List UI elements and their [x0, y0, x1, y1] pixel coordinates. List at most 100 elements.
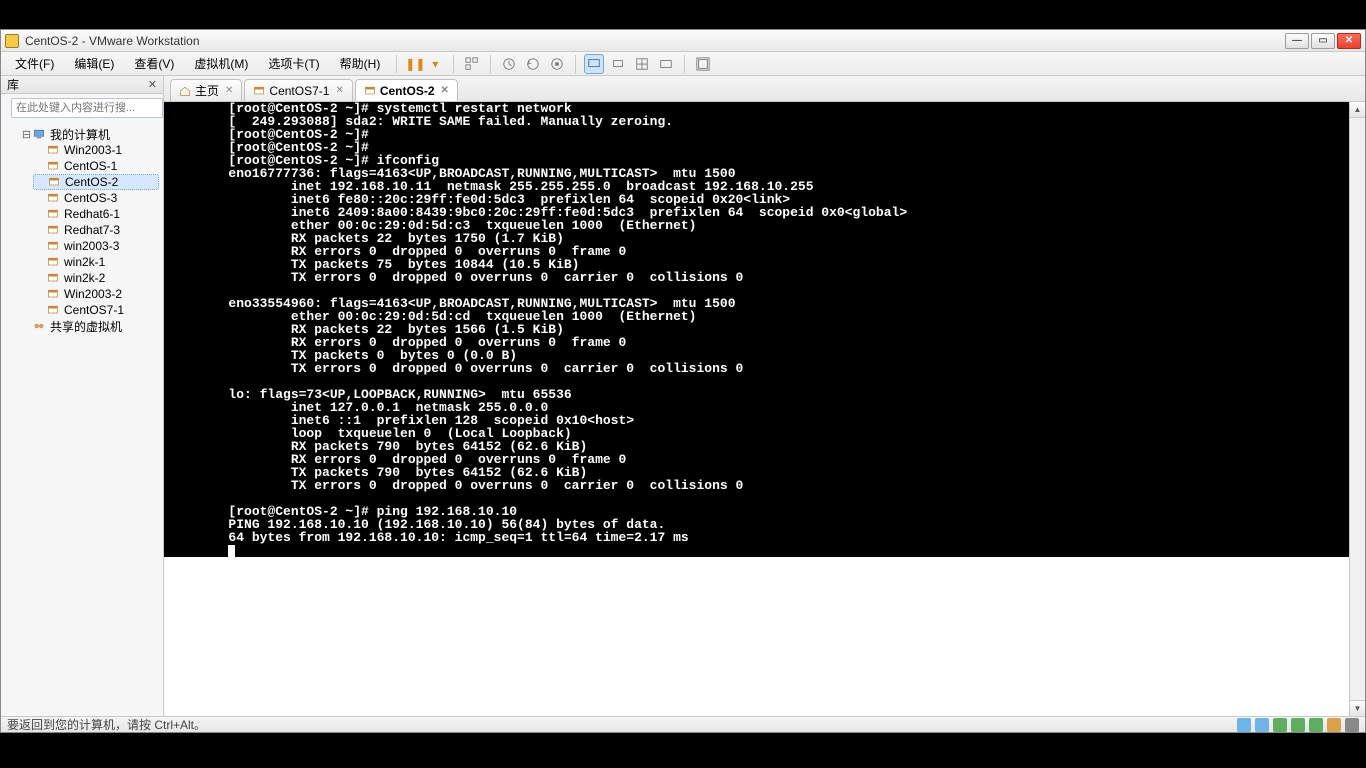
- tree-shared-vms[interactable]: 共享的虚拟机: [19, 318, 159, 334]
- stretch-button[interactable]: [656, 54, 676, 74]
- snapshot-manager-button[interactable]: [547, 54, 567, 74]
- vm-icon: [364, 85, 376, 97]
- tree-item-redhat7-3[interactable]: Redhat7-3: [33, 222, 159, 238]
- vm-icon: [46, 159, 60, 173]
- shared-icon: [32, 319, 46, 333]
- computer-icon: [32, 127, 46, 141]
- clock-icon: [502, 57, 516, 71]
- device-tray-icon-5[interactable]: [1327, 718, 1341, 732]
- tab-label: CentOS-2: [380, 84, 435, 98]
- tree-item-win2003-1[interactable]: Win2003-1: [33, 142, 159, 158]
- vm-icon: [46, 143, 60, 157]
- tree-item-centos7-1[interactable]: CentOS7-1: [33, 302, 159, 318]
- vm-icon: [46, 223, 60, 237]
- tree-item-label: Win2003-1: [64, 143, 122, 157]
- menu-help[interactable]: 帮助(H): [332, 53, 389, 74]
- play-dropdown-button[interactable]: ▾: [425, 54, 445, 74]
- device-tray-icon-2[interactable]: [1273, 718, 1287, 732]
- grid-icon: [465, 57, 479, 71]
- device-tray: [1237, 718, 1359, 732]
- sidebar-close-button[interactable]: ✕: [148, 78, 157, 91]
- tree-item-redhat6-1[interactable]: Redhat6-1: [33, 206, 159, 222]
- terminal-scrollbar[interactable]: ▲ ▼: [1349, 102, 1365, 716]
- vm-icon: [47, 175, 61, 189]
- tree-item-centos-3[interactable]: CentOS-3: [33, 190, 159, 206]
- titlebar[interactable]: CentOS-2 - VMware Workstation — ▭ ✕: [1, 30, 1365, 52]
- device-tray-icon-1[interactable]: [1255, 718, 1269, 732]
- vm-icon: [253, 85, 265, 97]
- tree-item-win2003-2[interactable]: Win2003-2: [33, 286, 159, 302]
- menu-vm[interactable]: 虚拟机(M): [186, 53, 256, 74]
- fit-guest-button[interactable]: [632, 54, 652, 74]
- device-tray-icon-6[interactable]: [1345, 718, 1359, 732]
- snapshot-take-button[interactable]: [499, 54, 519, 74]
- statusbar: 要返回到您的计算机，请按 Ctrl+Alt。: [1, 716, 1365, 732]
- snapshot-revert-button[interactable]: [523, 54, 543, 74]
- home-icon: [179, 85, 191, 97]
- tab-bar: 主页 ✕ CentOS7-1 ✕ CentOS-2 ✕: [164, 76, 1365, 102]
- tab-close-button[interactable]: ✕: [441, 85, 449, 96]
- maximize-button[interactable]: ▭: [1311, 33, 1335, 49]
- tree-item-label: CentOS7-1: [64, 303, 124, 317]
- menu-tabs[interactable]: 选项卡(T): [260, 53, 327, 74]
- menu-file[interactable]: 文件(F): [7, 53, 62, 74]
- send-ctrlaltdel-button[interactable]: [462, 54, 482, 74]
- tab-centos-2[interactable]: CentOS-2 ✕: [355, 79, 458, 101]
- monitor-small-icon: [611, 57, 625, 71]
- tree-item-win2003-3[interactable]: win2003-3: [33, 238, 159, 254]
- fullscreen-icon: [696, 57, 710, 71]
- device-tray-icon-4[interactable]: [1309, 718, 1323, 732]
- pause-icon: ❚❚: [405, 57, 425, 71]
- guest-terminal[interactable]: [root@CentOS-2 ~]# systemctl restart net…: [164, 102, 1365, 557]
- vm-icon: [46, 239, 60, 253]
- close-button[interactable]: ✕: [1337, 33, 1361, 49]
- tab-主页[interactable]: 主页 ✕: [170, 79, 242, 101]
- tab-label: CentOS7-1: [269, 84, 329, 98]
- view-thumbnail-button[interactable]: [608, 54, 628, 74]
- vm-icon: [46, 255, 60, 269]
- minimize-button[interactable]: —: [1285, 33, 1309, 49]
- content-area: 主页 ✕ CentOS7-1 ✕ CentOS-2 ✕ [root@CentOS-2 ~]…: [164, 76, 1365, 716]
- library-sidebar: 库 ✕ ▾ ⊟ 我的计算机 Win2003-1CentOS-1CentOS-2C…: [1, 76, 164, 716]
- menu-view[interactable]: 查看(V): [126, 53, 182, 74]
- chevron-down-icon: ▾: [432, 57, 438, 71]
- scroll-down-button[interactable]: ▼: [1350, 700, 1365, 716]
- tab-close-button[interactable]: ✕: [225, 85, 233, 96]
- tree-item-win2k-2[interactable]: win2k-2: [33, 270, 159, 286]
- status-hint: 要返回到您的计算机，请按 Ctrl+Alt。: [7, 716, 206, 733]
- vm-icon: [46, 207, 60, 221]
- tab-close-button[interactable]: ✕: [335, 85, 343, 96]
- tree-root-label: 我的计算机: [50, 126, 110, 143]
- tree-item-win2k-1[interactable]: win2k-1: [33, 254, 159, 270]
- window-title: CentOS-2 - VMware Workstation: [25, 34, 1285, 48]
- tab-label: 主页: [195, 82, 219, 99]
- tree-item-centos-2[interactable]: CentOS-2: [33, 174, 159, 190]
- vm-icon: [46, 303, 60, 317]
- menubar: 文件(F) 编辑(E) 查看(V) 虚拟机(M) 选项卡(T) 帮助(H) ❚❚…: [1, 52, 1365, 76]
- device-tray-icon-0[interactable]: [1237, 718, 1251, 732]
- device-tray-icon-3[interactable]: [1291, 718, 1305, 732]
- pause-vm-button[interactable]: ❚❚: [405, 54, 425, 74]
- clock-manage-icon: [550, 57, 564, 71]
- vm-icon: [46, 271, 60, 285]
- stretch-icon: [659, 57, 673, 71]
- tab-centos7-1[interactable]: CentOS7-1 ✕: [244, 79, 352, 101]
- library-tree[interactable]: ⊟ 我的计算机 Win2003-1 CentOS-1 CentOS-2CentOS-…: [1, 122, 163, 716]
- fullscreen-button[interactable]: [693, 54, 713, 74]
- terminal-cursor: [228, 545, 235, 557]
- scroll-up-button[interactable]: ▲: [1350, 102, 1365, 118]
- clock-back-icon: [526, 57, 540, 71]
- tree-item-label: CentOS-1: [64, 159, 117, 173]
- tree-item-centos-1[interactable]: CentOS-1: [33, 158, 159, 174]
- app-window: CentOS-2 - VMware Workstation — ▭ ✕ 文件(F…: [0, 29, 1366, 733]
- tree-shared-label: 共享的虚拟机: [50, 318, 122, 335]
- tree-root-my-computer[interactable]: ⊟ 我的计算机: [19, 126, 159, 142]
- menu-edit[interactable]: 编辑(E): [66, 53, 122, 74]
- sidebar-header: 库 ✕: [1, 76, 163, 94]
- monitor-icon: [587, 57, 601, 71]
- view-console-button[interactable]: [584, 54, 604, 74]
- tree-item-label: Redhat7-3: [64, 223, 120, 237]
- tree-item-label: win2k-1: [64, 255, 105, 269]
- library-search-input[interactable]: [11, 98, 163, 118]
- tree-item-label: CentOS-2: [65, 175, 118, 189]
